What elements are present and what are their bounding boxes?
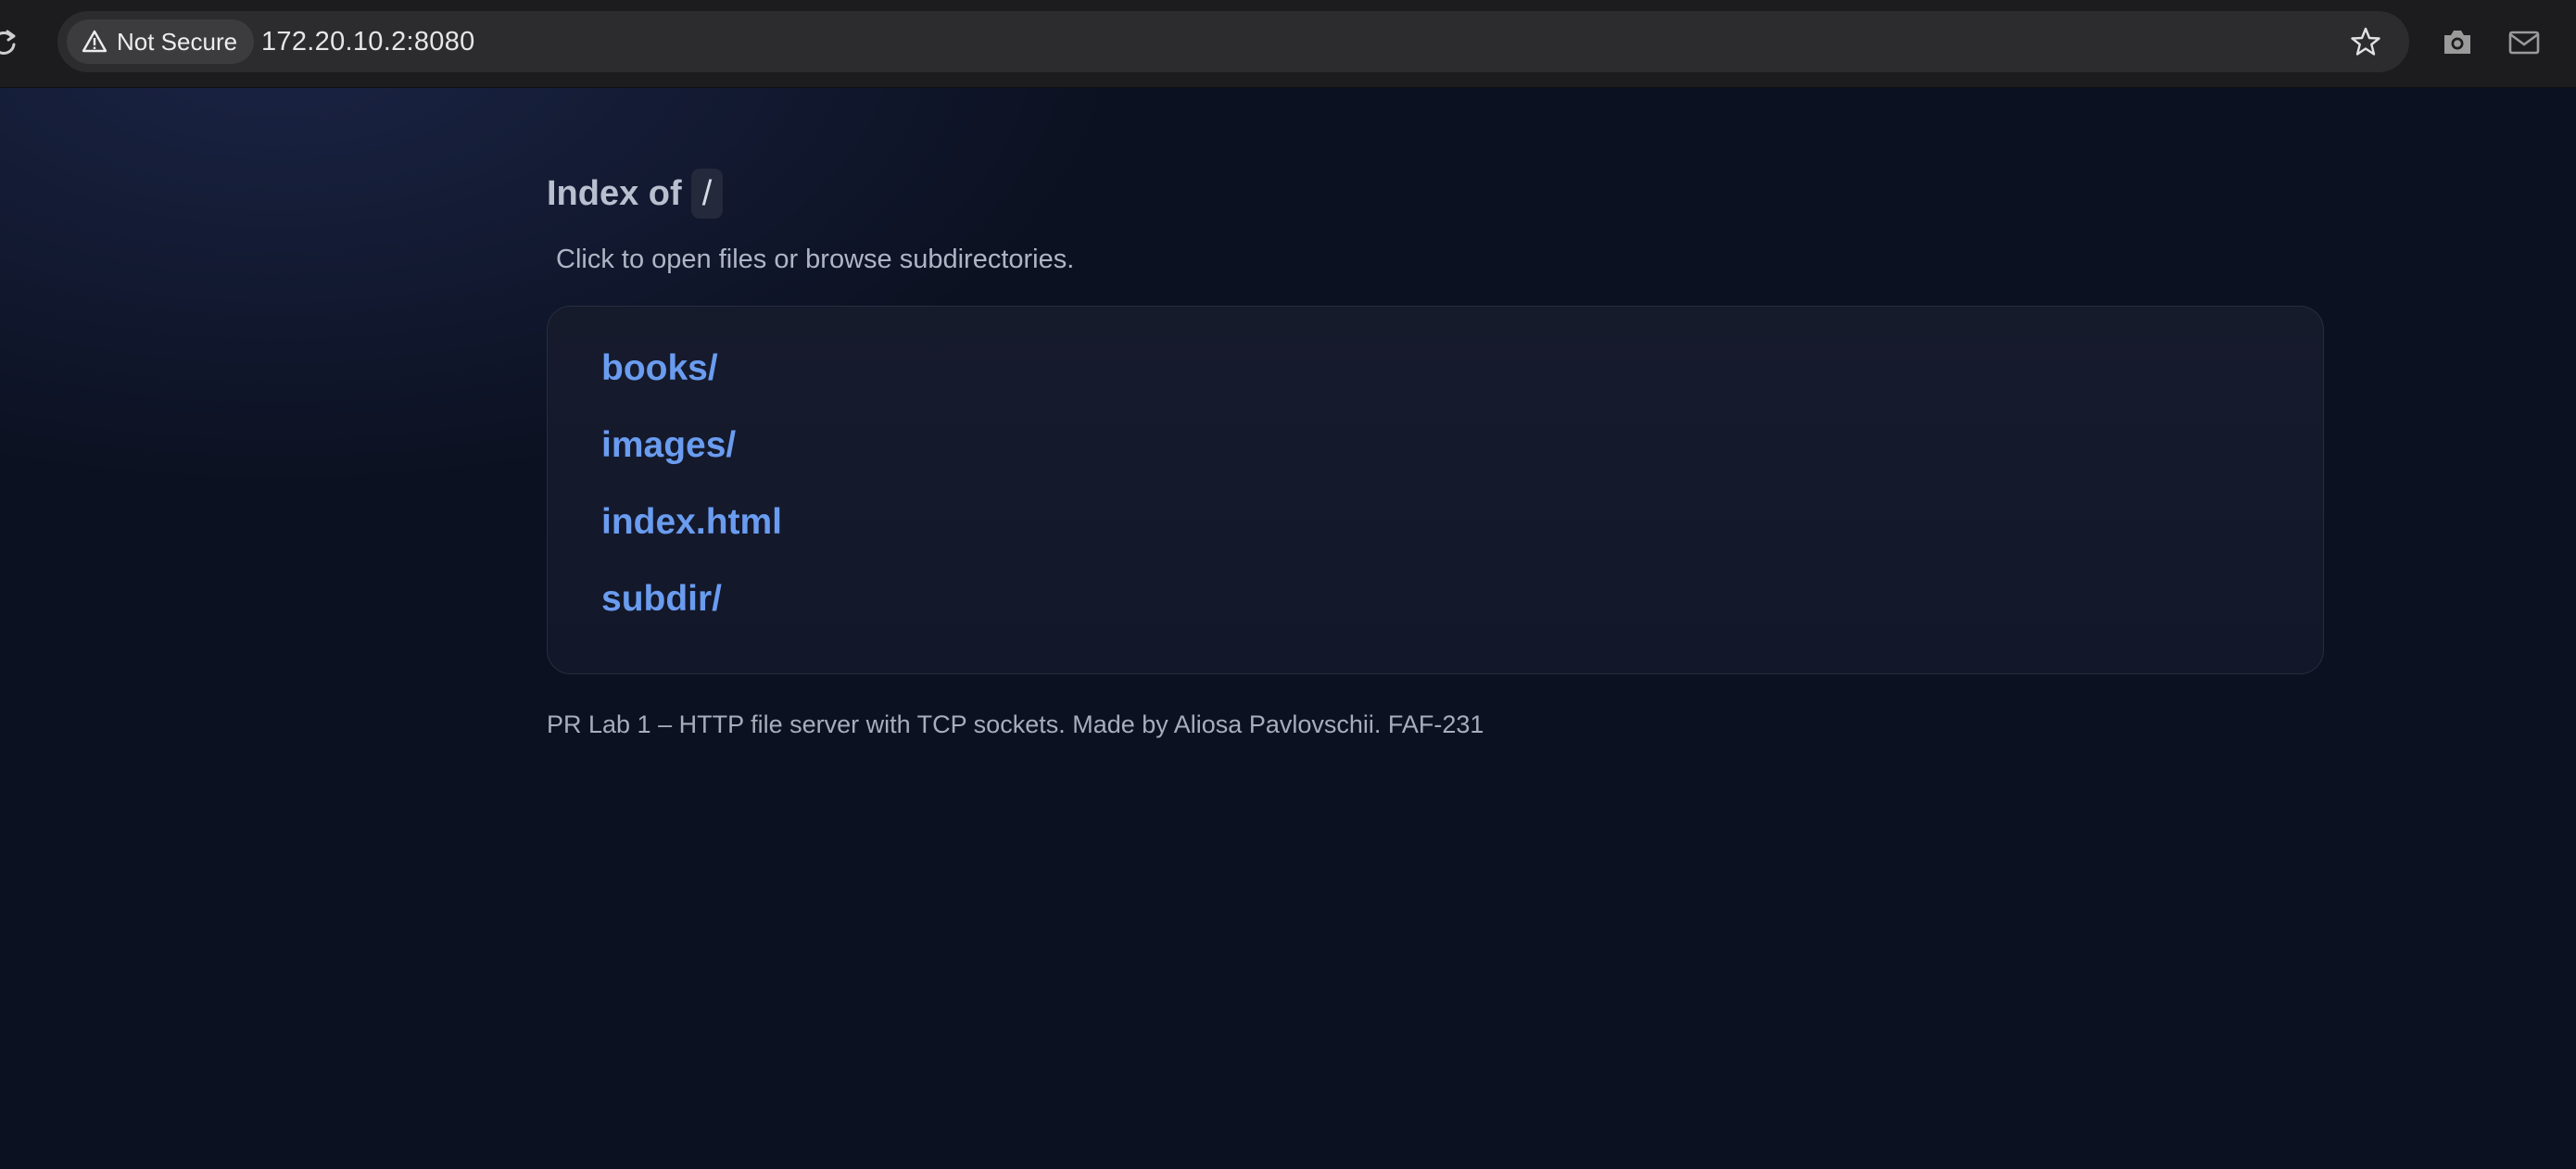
address-bar[interactable]: Not Secure 172.20.10.2:8080 xyxy=(57,11,2409,72)
warning-icon xyxy=(82,30,107,54)
browser-toolbar: Not Secure 172.20.10.2:8080 xyxy=(0,0,2576,88)
entry-link-images[interactable]: images/ xyxy=(601,422,2323,499)
reload-icon[interactable] xyxy=(0,26,20,59)
page-footer: PR Lab 1 – HTTP file server with TCP soc… xyxy=(547,710,1484,738)
entry-link-index-html[interactable]: index.html xyxy=(601,499,2323,576)
page-subtitle: Click to open files or browse subdirecto… xyxy=(556,245,1075,274)
page-viewport: Index of / Click to open files or browse… xyxy=(0,88,2576,1169)
url-text[interactable]: 172.20.10.2:8080 xyxy=(261,11,475,72)
page-title: Index of / xyxy=(547,167,2326,220)
index-container: Index of / Click to open files or browse… xyxy=(547,167,2326,743)
entry-link-books[interactable]: books/ xyxy=(601,346,2323,422)
bookmark-star-icon[interactable] xyxy=(2350,26,2381,57)
current-path: / xyxy=(690,169,724,219)
camera-icon[interactable] xyxy=(2439,26,2476,59)
title-prefix: Index of xyxy=(547,173,682,213)
security-indicator[interactable]: Not Secure xyxy=(67,19,255,64)
mail-icon[interactable] xyxy=(2506,26,2543,59)
directory-listing: books/ images/ index.html subdir/ xyxy=(547,306,2324,674)
entry-link-subdir[interactable]: subdir/ xyxy=(601,576,2323,653)
security-label: Not Secure xyxy=(117,27,238,56)
